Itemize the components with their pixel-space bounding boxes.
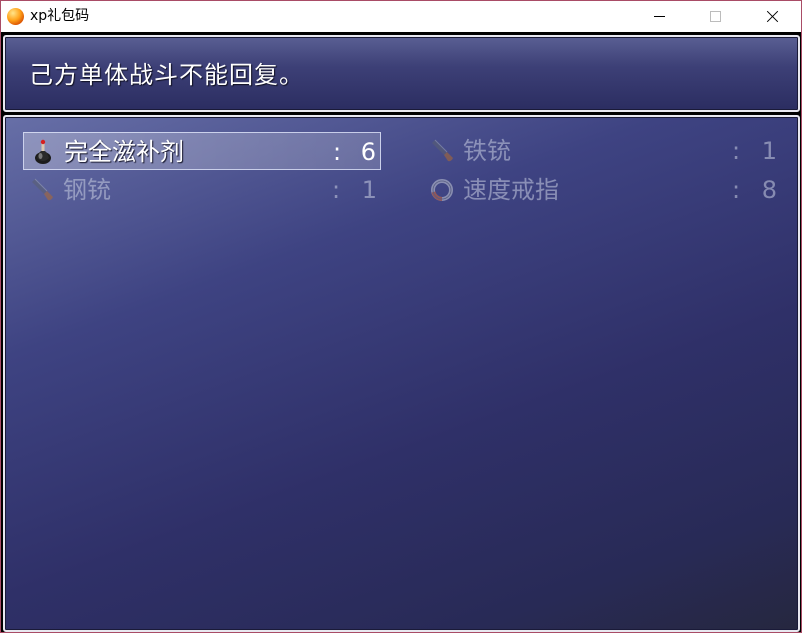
item-slot-iron-gun[interactable]: 铁铳 : 1 [423, 132, 781, 170]
item-window: 完全滋补剂 : 6 铁铳 : 1 钢铳: 1 速度戒指: 8 [3, 115, 800, 632]
item-slot-complete-tonic[interactable]: 完全滋补剂 : 6 [23, 132, 381, 170]
item-colon: : [732, 137, 741, 165]
item-name: 钢铳 [63, 176, 111, 204]
item-colon: : [333, 138, 342, 166]
close-button[interactable] [749, 1, 795, 32]
gun-icon [432, 139, 453, 162]
app-icon [7, 8, 24, 25]
item-name: 速度戒指 [463, 176, 559, 204]
item-quantity: 6 [360, 138, 376, 166]
window-title: xp礼包码 [30, 8, 90, 24]
gun-icon [32, 178, 53, 201]
item-quantity: 8 [761, 176, 777, 204]
item-quantity: 1 [361, 176, 377, 204]
title-bar[interactable]: xp礼包码 [1, 1, 801, 32]
ring-icon [431, 179, 453, 201]
minimize-button[interactable] [637, 1, 683, 32]
potion-bottle-icon [35, 139, 51, 164]
help-window: 己方单体战斗不能回复。 [3, 35, 800, 112]
item-colon: : [332, 176, 341, 204]
item-name: 完全滋补剂 [64, 138, 184, 166]
item-name: 铁铳 [463, 137, 511, 165]
item-slot-speed-ring[interactable]: 速度戒指 : 8 [423, 171, 781, 209]
maximize-button[interactable] [693, 1, 739, 32]
app-window: xp礼包码 己方单体战斗不能回复。 完全滋补剂 : 6 铁铳: 1 钢铳: … [0, 0, 802, 633]
item-slot-steel-gun[interactable]: 钢铳 : 1 [23, 171, 381, 209]
item-description: 己方单体战斗不能回复。 [29, 61, 304, 89]
game-screen: 己方单体战斗不能回复。 完全滋补剂 : 6 铁铳: 1 钢铳: 1 速度戒指… [1, 32, 801, 632]
item-quantity: 1 [761, 137, 777, 165]
item-colon: : [732, 176, 741, 204]
